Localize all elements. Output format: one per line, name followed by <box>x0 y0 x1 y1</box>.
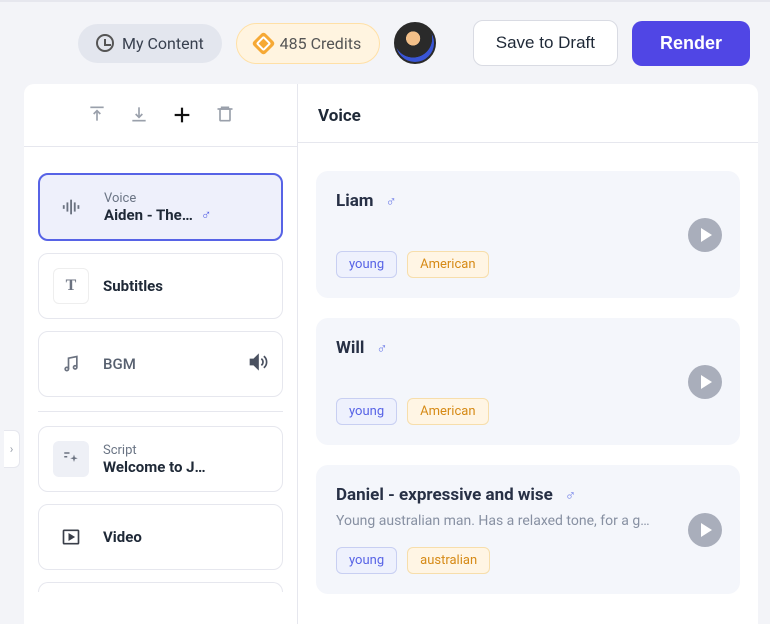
male-icon: ♂ <box>376 339 387 357</box>
waveform-icon <box>54 189 90 225</box>
my-content-label: My Content <box>122 34 204 53</box>
male-icon: ♂ <box>565 486 576 504</box>
sidebar-item-section: Script <box>103 443 268 458</box>
play-square-icon <box>53 519 89 555</box>
play-button[interactable] <box>688 365 722 399</box>
text-icon: T <box>53 268 89 304</box>
voice-list: Liam ♂ young American Will ♂ young America… <box>298 143 758 594</box>
sidebar-item-script[interactable]: Script Welcome to J… <box>38 426 283 492</box>
sidebar-item-more[interactable] <box>38 582 283 592</box>
voice-card[interactable]: Will ♂ young American <box>316 318 740 445</box>
sidebar-item-label: Aiden - The… <box>104 206 193 224</box>
sidebar-item-label: BGM <box>103 355 234 373</box>
sidebar-item-bgm[interactable]: BGM <box>38 331 283 397</box>
avatar[interactable] <box>394 22 436 64</box>
divider <box>38 411 283 412</box>
play-button[interactable] <box>688 218 722 252</box>
voice-card[interactable]: Daniel - expressive and wise ♂ Young aus… <box>316 465 740 594</box>
my-content-pill[interactable]: My Content <box>78 24 222 63</box>
voice-desc: Young australian man. Has a relaxed tone… <box>336 513 666 529</box>
save-draft-button[interactable]: Save to Draft <box>473 20 618 66</box>
clock-icon <box>96 34 114 52</box>
sidebar-item-video[interactable]: Video <box>38 504 283 570</box>
tag: American <box>407 398 488 425</box>
align-top-icon[interactable] <box>87 104 107 126</box>
voice-name: Daniel - expressive and wise <box>336 485 553 505</box>
play-button[interactable] <box>688 513 722 547</box>
music-icon <box>53 346 89 382</box>
voice-name: Liam <box>336 191 374 211</box>
tag: young <box>336 251 397 278</box>
tag: young <box>336 398 397 425</box>
volume-icon[interactable] <box>248 352 268 376</box>
diamond-icon <box>251 31 275 55</box>
sidebar-list: Voice Aiden - The… ♂ T Subtitles <box>24 147 297 592</box>
align-bottom-icon[interactable] <box>129 104 149 126</box>
credits-pill[interactable]: 485 Credits <box>236 23 381 64</box>
voice-card[interactable]: Liam ♂ young American <box>316 171 740 298</box>
tag: young <box>336 547 397 574</box>
sparkle-icon <box>53 441 89 477</box>
expand-handle[interactable]: › <box>4 430 20 468</box>
sidebar-item-label: Subtitles <box>103 277 268 295</box>
plus-icon[interactable] <box>171 104 193 126</box>
trash-icon[interactable] <box>215 104 235 126</box>
sidebar-item-voice[interactable]: Voice Aiden - The… ♂ <box>38 173 283 241</box>
tag: American <box>407 251 488 278</box>
sidebar-item-label: Video <box>103 528 268 546</box>
tag: australian <box>407 547 490 574</box>
render-button[interactable]: Render <box>632 21 750 66</box>
male-icon: ♂ <box>201 206 212 223</box>
sidebar-item-section: Voice <box>104 191 267 206</box>
sidebar-item-subtitles[interactable]: T Subtitles <box>38 253 283 319</box>
voice-name: Will <box>336 338 364 358</box>
male-icon: ♂ <box>386 192 397 210</box>
page-title: Voice <box>298 84 758 143</box>
credits-label: 485 Credits <box>280 34 362 53</box>
sidebar-item-label: Welcome to J… <box>103 458 268 476</box>
